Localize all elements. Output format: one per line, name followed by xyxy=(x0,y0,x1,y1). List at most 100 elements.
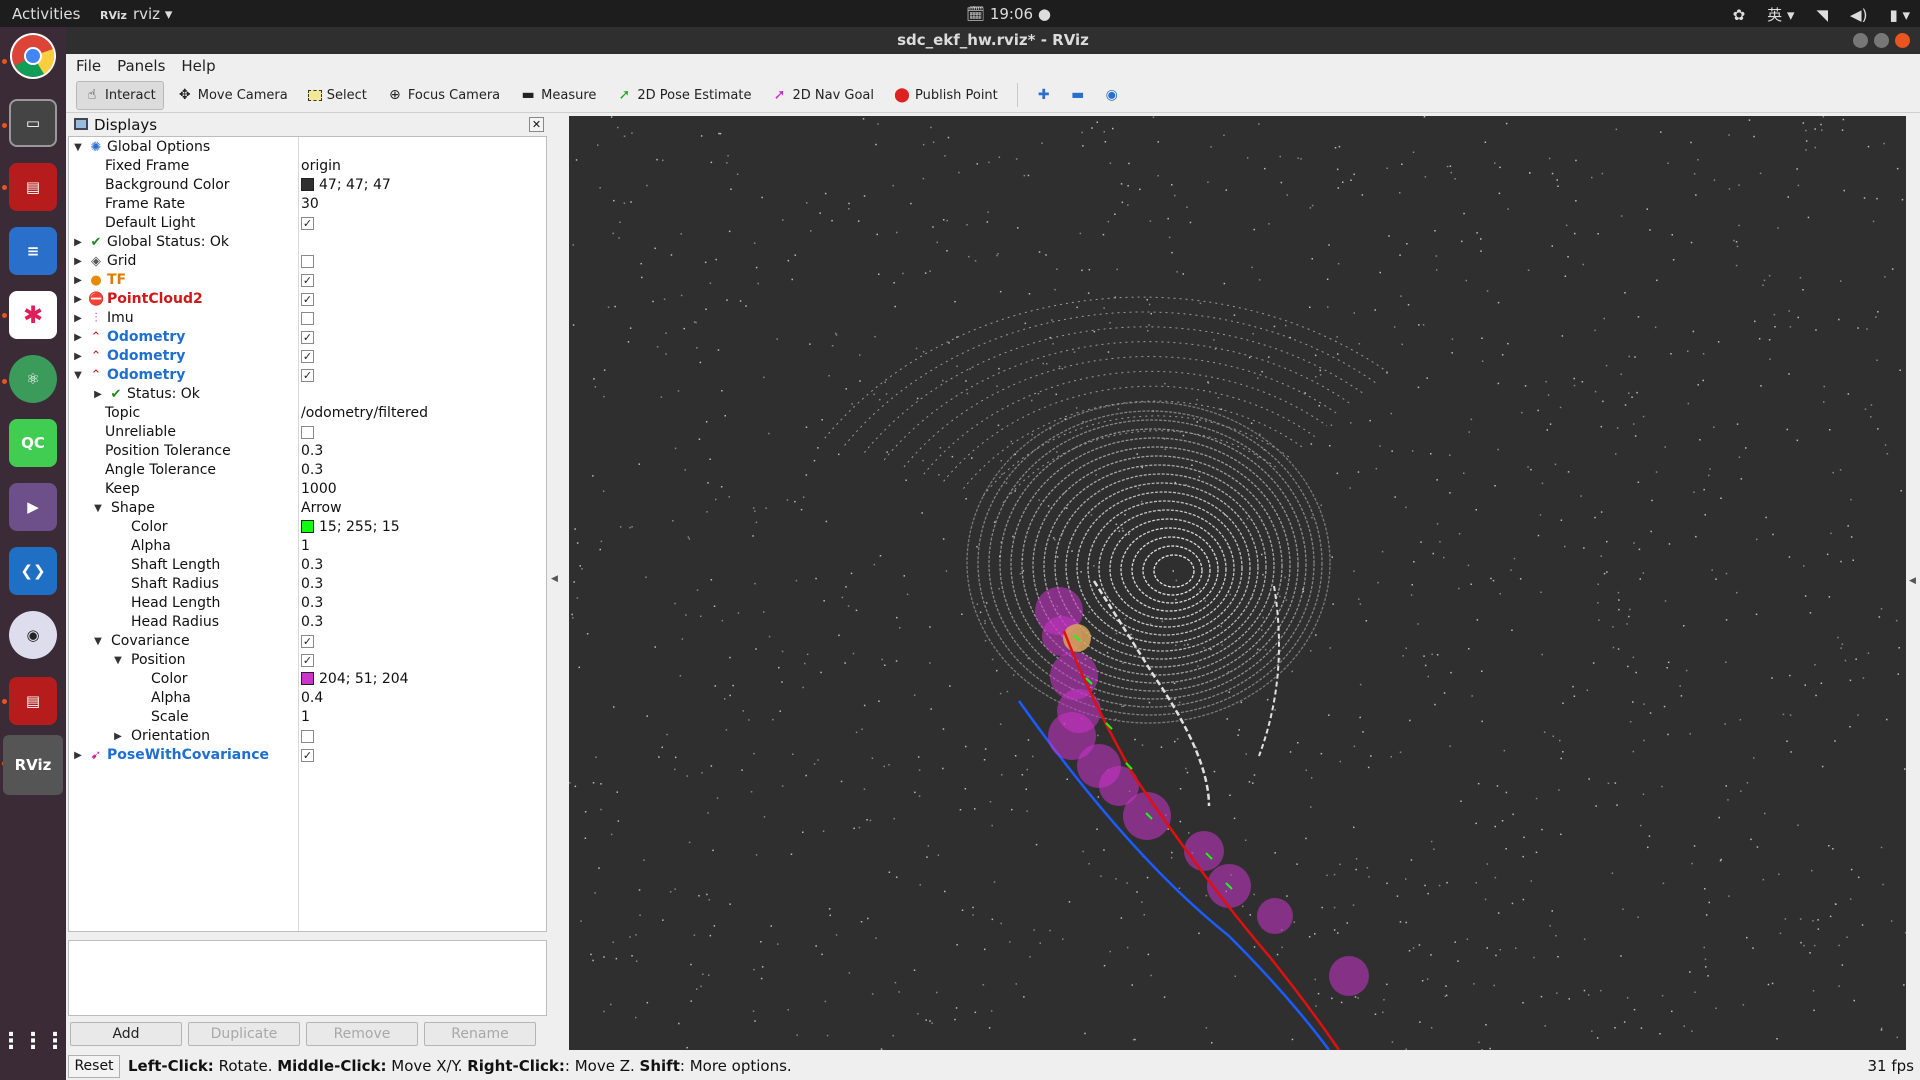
tree-row-shape-color[interactable]: Color 15; 255; 15 xyxy=(69,518,546,537)
expand-right-icon[interactable]: ▶ xyxy=(72,233,84,252)
checkbox-unchecked[interactable] xyxy=(301,730,314,743)
tree-row-keep[interactable]: Keep 1000 xyxy=(69,480,546,499)
move-camera-tool[interactable]: ✥ Move Camera xyxy=(170,81,295,110)
tree-row-cov-scale[interactable]: Scale 1 xyxy=(69,708,546,727)
checkbox-checked[interactable]: ✓ xyxy=(301,369,314,382)
expand-right-icon[interactable]: ▶ xyxy=(72,252,84,271)
writer-icon[interactable]: ≡ xyxy=(9,227,57,275)
row-value[interactable]: 0.3 xyxy=(301,461,323,480)
obs-icon[interactable]: ◉ xyxy=(9,611,57,659)
battery-icon[interactable]: ▮ ▾ xyxy=(1889,6,1910,24)
terminal-icon[interactable]: ▤ xyxy=(9,163,57,211)
collapse-right-icon[interactable]: ◀ xyxy=(1909,576,1916,586)
expand-down-icon[interactable]: ▼ xyxy=(92,632,104,651)
row-value[interactable]: /odometry/filtered xyxy=(301,404,428,423)
wifi-icon[interactable]: ◥ xyxy=(1817,6,1829,24)
file-cabinet-icon[interactable]: ▭ xyxy=(9,99,57,147)
expand-right-icon[interactable]: ▶ xyxy=(72,271,84,290)
tree-row-imu[interactable]: ▶ ⫶ Imu xyxy=(69,309,546,328)
slack-icon[interactable]: ✱ xyxy=(9,291,57,339)
duplicate-button[interactable]: Duplicate xyxy=(188,1022,300,1046)
tree-row-frame-rate[interactable]: Frame Rate 30 xyxy=(69,195,546,214)
expand-down-icon[interactable]: ▼ xyxy=(112,651,124,670)
tree-row-cov-alpha[interactable]: Alpha 0.4 xyxy=(69,689,546,708)
tree-row-fixed-frame[interactable]: Fixed Frame origin xyxy=(69,157,546,176)
slack-tray-icon[interactable]: ✿ xyxy=(1733,6,1746,24)
tree-row-global-options[interactable]: ▼ ✺ Global Options xyxy=(69,138,546,157)
remove-button[interactable]: Remove xyxy=(306,1022,418,1046)
rename-button[interactable]: Rename xyxy=(424,1022,536,1046)
window-titlebar[interactable]: sdc_ekf_hw.rviz* - RViz xyxy=(66,27,1920,54)
tree-row-odometry-1[interactable]: ▶ ⌃ Odometry ✓ xyxy=(69,328,546,347)
checkbox-unchecked[interactable] xyxy=(301,426,314,439)
expand-right-icon[interactable]: ▶ xyxy=(92,385,104,404)
row-value[interactable]: 0.3 xyxy=(301,594,323,613)
expand-right-icon[interactable]: ▶ xyxy=(112,727,124,746)
expand-right-icon[interactable]: ▶ xyxy=(72,328,84,347)
tree-row-pointcloud2[interactable]: ▶ ⛔ PointCloud2 ✓ xyxy=(69,290,546,309)
tree-row-tf[interactable]: ▶ ● TF ✓ xyxy=(69,271,546,290)
row-value[interactable]: 0.3 xyxy=(301,613,323,632)
checkbox-checked[interactable]: ✓ xyxy=(301,654,314,667)
row-value[interactable]: Arrow xyxy=(301,499,342,518)
menu-file[interactable]: File xyxy=(76,54,101,78)
tree-row-background-color[interactable]: Background Color 47; 47; 47 xyxy=(69,176,546,195)
render-view[interactable] xyxy=(569,116,1906,1050)
tree-row-odometry-3[interactable]: ▼ ⌃ Odometry ✓ xyxy=(69,366,546,385)
expand-right-icon[interactable]: ▶ xyxy=(72,309,84,328)
checkbox-checked[interactable]: ✓ xyxy=(301,635,314,648)
expand-down-icon[interactable]: ▼ xyxy=(72,366,84,385)
camera-type-button[interactable]: ◉ xyxy=(1098,81,1126,110)
panel-splitter[interactable]: ◀ xyxy=(549,114,561,1052)
tree-row-covariance[interactable]: ▼ Covariance ✓ xyxy=(69,632,546,651)
activities-button[interactable]: Activities xyxy=(12,5,80,23)
expand-right-icon[interactable]: ▶ xyxy=(72,746,84,765)
close-icon[interactable] xyxy=(1895,33,1910,48)
expand-down-icon[interactable]: ▼ xyxy=(92,499,104,518)
expand-right-icon[interactable]: ▶ xyxy=(72,347,84,366)
checkbox-unchecked[interactable] xyxy=(301,255,314,268)
row-value[interactable]: 30 xyxy=(301,195,319,214)
maximize-icon[interactable] xyxy=(1874,33,1889,48)
row-value[interactable]: 0.3 xyxy=(301,442,323,461)
focus-camera-tool[interactable]: ⊕ Focus Camera xyxy=(380,81,507,110)
tree-row-orientation[interactable]: ▶ Orientation xyxy=(69,727,546,746)
minimize-icon[interactable] xyxy=(1853,33,1868,48)
right-dock-splitter[interactable]: ◀ xyxy=(1906,116,1920,1050)
row-value[interactable]: origin xyxy=(301,157,341,176)
clock[interactable]: 🗓 19:06 ● xyxy=(966,5,1051,23)
tree-row-position-tolerance[interactable]: Position Tolerance 0.3 xyxy=(69,442,546,461)
tree-row-default-light[interactable]: Default Light ✓ xyxy=(69,214,546,233)
system-tray[interactable]: ✿ 英 ▾ ◥ ◀) ▮ ▾ xyxy=(1733,4,1910,25)
checkbox-checked[interactable]: ✓ xyxy=(301,749,314,762)
row-value[interactable]: 15; 255; 15 xyxy=(301,518,400,537)
rviz-icon[interactable]: RViz xyxy=(3,735,63,795)
row-value[interactable]: 47; 47; 47 xyxy=(301,176,391,195)
checkbox-checked[interactable]: ✓ xyxy=(301,331,314,344)
remove-tool-button[interactable]: ▬ xyxy=(1064,81,1092,110)
scene-canvas[interactable] xyxy=(569,116,1906,1050)
checkbox-checked[interactable]: ✓ xyxy=(301,350,314,363)
app-menu[interactable]: RViz rviz ▾ xyxy=(100,5,172,23)
expand-right-icon[interactable]: ▶ xyxy=(72,290,84,309)
row-value[interactable]: 0.3 xyxy=(301,556,323,575)
atom-icon[interactable]: ⚛ xyxy=(9,355,57,403)
interact-tool[interactable]: ☝ Interact xyxy=(76,80,164,110)
row-value[interactable]: 204; 51; 204 xyxy=(301,670,409,689)
add-tool-button[interactable]: ✚ xyxy=(1030,81,1058,110)
collapse-left-icon[interactable]: ◀ xyxy=(551,574,558,584)
add-display-button[interactable]: Add xyxy=(70,1022,182,1046)
row-value[interactable]: 0.4 xyxy=(301,689,323,708)
expand-down-icon[interactable]: ▼ xyxy=(72,138,84,157)
tree-row-topic[interactable]: Topic /odometry/filtered xyxy=(69,404,546,423)
tree-row-status-ok[interactable]: ▶ ✔ Status: Ok xyxy=(69,385,546,404)
tree-row-cov-color[interactable]: Color 204; 51; 204 xyxy=(69,670,546,689)
tree-row-shaft-length[interactable]: Shaft Length 0.3 xyxy=(69,556,546,575)
tree-row-head-radius[interactable]: Head Radius 0.3 xyxy=(69,613,546,632)
menu-help[interactable]: Help xyxy=(181,54,215,78)
qt-creator-icon[interactable]: QC xyxy=(9,419,57,467)
show-apps-icon[interactable]: ⋮⋮⋮ xyxy=(0,1017,66,1065)
checkbox-checked[interactable]: ✓ xyxy=(301,293,314,306)
row-value[interactable]: 1 xyxy=(301,708,310,727)
video-player-icon[interactable]: ▶ xyxy=(9,483,57,531)
